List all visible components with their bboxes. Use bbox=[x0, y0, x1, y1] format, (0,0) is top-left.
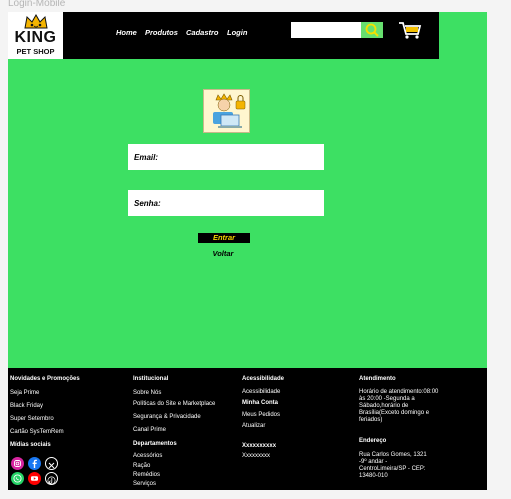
footer-link-sobre[interactable]: Sobre Nós bbox=[133, 390, 161, 397]
footer-heading-departments: Departamentos bbox=[133, 441, 177, 447]
password-field[interactable]: Senha: bbox=[128, 190, 324, 216]
email-field[interactable]: Email: bbox=[128, 144, 324, 170]
frame-title: Login-Mobile bbox=[8, 0, 66, 9]
footer-link-canal-prime[interactable]: Canal Prime bbox=[133, 427, 166, 434]
logo-brand: KING bbox=[14, 29, 57, 46]
logo-subtitle: PET SHOP bbox=[16, 47, 55, 56]
footer-link-servicos[interactable]: Serviços bbox=[133, 481, 156, 488]
header: KING PET SHOP Home Produtos Cadastro Log… bbox=[8, 12, 439, 59]
footer-heading-accessibility: Acessibilidade bbox=[242, 376, 285, 382]
footer-support-hours: Horário de atendimento:08:00 às 20:00 -S… bbox=[359, 389, 439, 423]
footer-link-meus-pedidos[interactable]: Meus Pedidos bbox=[242, 412, 280, 419]
login-avatar-image bbox=[203, 89, 250, 133]
x-icon[interactable] bbox=[45, 457, 58, 470]
footer-heading-address: Endereço bbox=[359, 438, 387, 444]
search-button[interactable] bbox=[361, 22, 383, 38]
facebook-icon[interactable] bbox=[28, 457, 41, 470]
footer-heading-x: Xxxxxxxxxx bbox=[242, 443, 277, 449]
logo[interactable]: KING PET SHOP bbox=[8, 12, 63, 59]
nav-home[interactable]: Home bbox=[116, 28, 137, 37]
search-input[interactable] bbox=[291, 22, 361, 38]
footer-link-x[interactable]: Xxxxxxxxx bbox=[242, 453, 270, 460]
footer-link-acessibilidade[interactable]: Acessibilidade bbox=[242, 389, 280, 396]
footer-link-cartao[interactable]: Cartão SysTemRem bbox=[10, 429, 64, 436]
footer-address: Rua Carlos Gomes, 1321 -9º andar - Centr… bbox=[359, 452, 427, 479]
footer-link-racao[interactable]: Ração bbox=[133, 463, 150, 470]
user-laptop-icon bbox=[213, 93, 246, 128]
footer-heading-social: Mídias sociais bbox=[10, 442, 51, 448]
footer-link-black-friday[interactable]: Black Friday bbox=[10, 403, 43, 410]
youtube-icon[interactable] bbox=[28, 472, 41, 485]
footer: Novidades e Promoções Seja Prime Black F… bbox=[8, 368, 487, 490]
cart-icon[interactable] bbox=[398, 20, 422, 40]
page: KING PET SHOP Home Produtos Cadastro Log… bbox=[8, 12, 487, 490]
footer-heading-institutional: Institucional bbox=[133, 376, 169, 382]
instagram-icon[interactable] bbox=[11, 457, 24, 470]
footer-link-acessorios[interactable]: Acessórios bbox=[133, 453, 162, 460]
search-icon bbox=[365, 23, 379, 37]
nav-login[interactable]: Login bbox=[227, 28, 247, 37]
email-label: Email: bbox=[134, 153, 159, 162]
whatsapp-icon[interactable] bbox=[11, 472, 24, 485]
footer-link-politicas[interactable]: Políticas do Site e Marketplace bbox=[133, 401, 215, 408]
entrar-button[interactable]: Entrar bbox=[198, 233, 250, 243]
crown-icon bbox=[24, 14, 48, 29]
footer-heading-account: Minha Conta bbox=[242, 400, 278, 406]
voltar-link[interactable]: Voltar bbox=[203, 249, 243, 258]
footer-link-seja-prime[interactable]: Seja Prime bbox=[10, 390, 39, 397]
tiktok-icon[interactable] bbox=[45, 472, 58, 485]
footer-link-super-setembro[interactable]: Super Setembro bbox=[10, 416, 54, 423]
nav-produtos[interactable]: Produtos bbox=[145, 28, 178, 37]
footer-heading-support: Atendimento bbox=[359, 376, 396, 382]
footer-link-seguranca[interactable]: Segurança & Privacidade bbox=[133, 414, 201, 421]
footer-link-atualizar[interactable]: Atualizar bbox=[242, 423, 265, 430]
password-label: Senha: bbox=[134, 199, 161, 208]
nav-cadastro[interactable]: Cadastro bbox=[186, 28, 219, 37]
footer-heading-promotions: Novidades e Promoções bbox=[10, 376, 80, 382]
footer-link-remedios[interactable]: Remédios bbox=[133, 472, 160, 479]
footer-col-promotions: Novidades e Promoções bbox=[10, 376, 130, 383]
